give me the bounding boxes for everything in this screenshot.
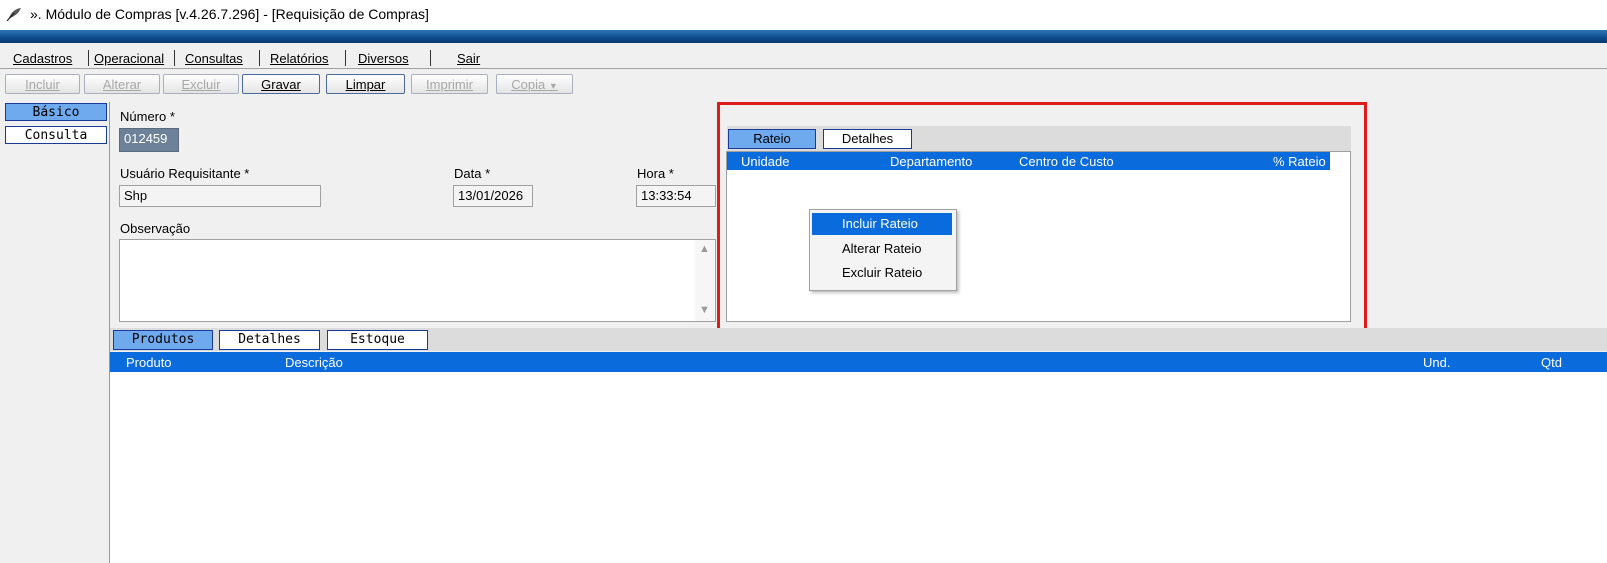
numero-field[interactable]: 012459 <box>119 128 179 152</box>
tab-basico[interactable]: Básico <box>5 103 107 121</box>
gravar-button[interactable]: Gravar <box>242 74 320 94</box>
excluir-button[interactable]: Excluir <box>163 74 239 94</box>
tab-produtos-detalhes[interactable]: Detalhes <box>219 330 320 350</box>
copia-button[interactable]: Copia ▼ <box>496 74 573 94</box>
menu-consultas[interactable]: Consultas <box>185 51 243 66</box>
column-qtd[interactable]: Qtd <box>1541 355 1562 370</box>
observacao-textarea[interactable] <box>119 239 716 322</box>
produtos-grid[interactable] <box>110 352 1607 563</box>
menu-separator <box>430 50 431 66</box>
column-produto[interactable]: Produto <box>126 355 172 370</box>
tab-consulta[interactable]: Consulta <box>5 126 107 144</box>
limpar-button[interactable]: Limpar <box>326 74 405 94</box>
column-descricao[interactable]: Descrição <box>285 355 343 370</box>
window-title: ». Módulo de Compras [v.4.26.7.296] - [R… <box>30 6 429 22</box>
usuario-label: Usuário Requisitante * <box>120 166 250 181</box>
title-bar: ». Módulo de Compras [v.4.26.7.296] - [R… <box>0 0 1607 30</box>
menu-bar: Cadastros Operacional Consultas Relatóri… <box>0 43 1607 69</box>
scroll-up-icon[interactable]: ▲ <box>699 243 710 255</box>
observacao-scrollbar[interactable]: ▲ ▼ <box>695 240 715 321</box>
copia-label: Copia <box>511 77 546 92</box>
dropdown-arrow-icon: ▼ <box>548 81 558 91</box>
usuario-field[interactable]: Shp <box>119 185 321 207</box>
scroll-down-icon[interactable]: ▼ <box>699 304 710 316</box>
menu-separator <box>174 50 175 66</box>
alterar-button[interactable]: Alterar <box>84 74 160 94</box>
hora-field[interactable]: 13:33:54 <box>636 185 716 207</box>
hora-label: Hora * <box>637 166 674 181</box>
imprimir-button[interactable]: Imprimir <box>411 74 488 94</box>
data-field[interactable]: 13/01/2026 <box>453 185 533 207</box>
menu-separator <box>259 50 260 66</box>
app-feather-icon <box>6 8 21 21</box>
left-panel <box>0 102 110 563</box>
menu-separator <box>345 50 346 66</box>
header-banner <box>0 30 1607 43</box>
produtos-grid-header: Produto Descrição Und. Qtd <box>110 352 1607 372</box>
data-label: Data * <box>454 166 491 181</box>
menu-separator <box>88 50 89 66</box>
menu-sair[interactable]: Sair <box>457 51 480 66</box>
column-und[interactable]: Und. <box>1423 355 1450 370</box>
incluir-button[interactable]: Incluir <box>5 74 80 94</box>
observacao-label: Observação <box>120 221 191 236</box>
menu-diversos[interactable]: Diversos <box>358 51 409 66</box>
menu-operacional[interactable]: Operacional <box>94 51 164 66</box>
menu-relatorios[interactable]: Relatórios <box>270 51 329 66</box>
highlight-box <box>717 102 1367 338</box>
tab-estoque[interactable]: Estoque <box>327 330 428 350</box>
menu-cadastros[interactable]: Cadastros <box>13 51 72 66</box>
tab-produtos[interactable]: Produtos <box>113 330 213 350</box>
numero-label: Número * <box>120 109 175 124</box>
